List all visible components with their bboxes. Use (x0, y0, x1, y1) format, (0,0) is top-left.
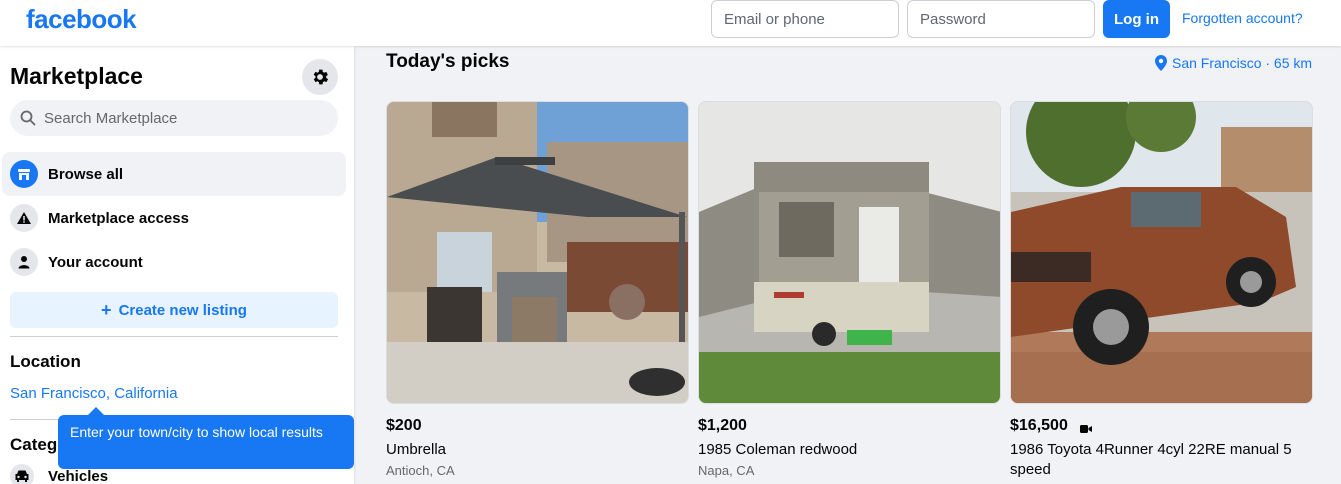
warning-icon (10, 204, 38, 232)
settings-button[interactable] (302, 59, 338, 95)
storefront-icon (10, 160, 38, 188)
listing-photo (698, 101, 1001, 404)
person-icon (10, 248, 38, 276)
location-pin-icon (1155, 55, 1167, 71)
password-field[interactable] (907, 0, 1095, 38)
divider (10, 336, 338, 337)
search-input[interactable]: Search Marketplace (10, 100, 338, 136)
email-field[interactable] (711, 0, 899, 38)
listing-photo (386, 101, 689, 404)
listing-price-value: $16,500 (1010, 417, 1068, 434)
sidebar-title: Marketplace (10, 63, 143, 89)
sidebar-item-marketplace-access[interactable]: Marketplace access (2, 196, 346, 240)
category-label: Vehicles (48, 467, 109, 484)
sidebar-item-browse-all[interactable]: Browse all (2, 152, 346, 196)
gear-icon (313, 69, 329, 85)
forgot-account-link[interactable]: Forgotten account? (1182, 10, 1303, 26)
listing-title: Umbrella (386, 441, 447, 458)
top-bar: facebook Log in Forgotten account? (0, 0, 1341, 46)
facebook-logo[interactable]: facebook (26, 4, 137, 35)
sidebar-item-label: Browse all (48, 165, 124, 183)
listing-title: 1986 Toyota 4Runner 4cyl 22RE manual 5 s… (1010, 441, 1292, 478)
search-icon (20, 110, 36, 126)
location-filter-label: San Francisco · 65 km (1172, 55, 1313, 71)
create-listing-button[interactable]: + Create new listing (10, 292, 338, 328)
plus-icon: + (101, 299, 112, 320)
video-icon (1079, 421, 1092, 433)
create-listing-label: Create new listing (118, 301, 247, 319)
listing-card[interactable]: $200 Umbrella Antioch, CA (386, 101, 689, 478)
listing-photo (1010, 101, 1313, 404)
location-link[interactable]: San Francisco, California (10, 385, 178, 402)
sidebar-item-label: Marketplace access (48, 209, 189, 227)
location-tooltip: Enter your town/city to show local resul… (58, 407, 354, 469)
listing-price: $200 (386, 417, 422, 434)
listing-title: 1985 Coleman redwood (698, 441, 858, 458)
car-icon (10, 464, 34, 484)
listing-card[interactable]: $16,500 1986 Toyota 4Runner 4cyl 22RE ma… (1010, 101, 1313, 483)
listing-location: Antioch, CA (386, 463, 455, 478)
page-title: Today's picks (386, 51, 510, 72)
listing-card[interactable]: $1,200 1985 Coleman redwood Napa, CA (698, 101, 1001, 478)
location-filter[interactable]: San Francisco · 65 km (1155, 55, 1312, 71)
listing-price: $1,200 (698, 417, 747, 434)
listing-location: Napa, CA (698, 463, 755, 478)
sidebar-item-your-account[interactable]: Your account (2, 240, 346, 284)
sidebar-item-label: Your account (48, 253, 143, 271)
search-placeholder: Search Marketplace (44, 109, 178, 127)
listing-price: $16,500 (1010, 417, 1313, 435)
location-heading: Location (10, 352, 81, 371)
login-button[interactable]: Log in (1103, 0, 1170, 38)
